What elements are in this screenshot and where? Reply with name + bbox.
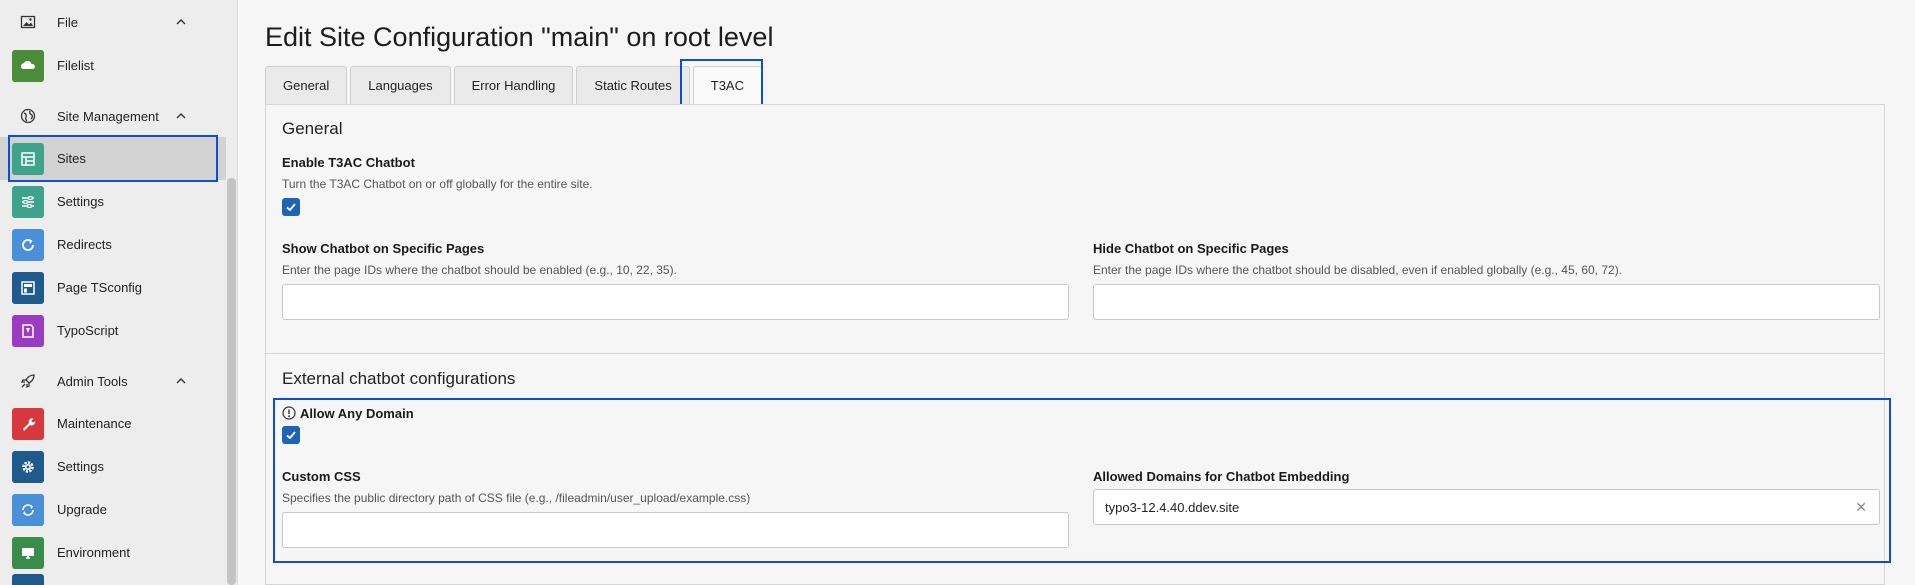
enable-chatbot-description: Turn the T3AC Chatbot on or off globally… (282, 177, 593, 191)
tab-error-handling[interactable]: Error Handling (453, 66, 574, 104)
gear-icon (12, 450, 44, 483)
cloud-folder-icon (12, 49, 44, 82)
allow-any-domain-checkbox[interactable] (282, 426, 300, 444)
enable-chatbot-checkbox[interactable] (282, 198, 300, 216)
sidebar-item-label: Environment (57, 545, 130, 560)
sidebar-item-filelist[interactable]: Filelist (0, 44, 226, 87)
show-pages-label: Show Chatbot on Specific Pages (282, 241, 485, 256)
section-divider (266, 353, 1884, 354)
show-pages-input[interactable] (282, 284, 1069, 320)
module-sidebar: File Filelist Site Management Sites Sett… (0, 0, 238, 585)
sidebar-item-label: Upgrade (57, 502, 107, 517)
chevron-up-icon[interactable] (174, 374, 188, 388)
sidebar-item-label: Settings (57, 194, 104, 209)
sidebar-item-label: Redirects (57, 237, 112, 252)
globe-icon (17, 105, 39, 127)
refresh-icon (12, 228, 44, 261)
hide-pages-label: Hide Chatbot on Specific Pages (1093, 241, 1289, 256)
tab-panel: General Enable T3AC Chatbot Turn the T3A… (265, 104, 1891, 585)
enable-chatbot-label: Enable T3AC Chatbot (282, 155, 415, 170)
tab-languages[interactable]: Languages (350, 66, 451, 104)
chevron-up-icon[interactable] (174, 109, 188, 123)
sidebar-item-label: TypoScript (57, 323, 119, 338)
sidebar-group-label: File (57, 14, 78, 30)
rocket-icon (17, 370, 39, 392)
chevron-up-icon[interactable] (174, 15, 188, 29)
typoscript-icon (12, 314, 44, 347)
highlight-box (8, 135, 218, 182)
tab-general[interactable]: General (265, 66, 348, 104)
sidebar-item-label: Settings (57, 459, 104, 474)
image-icon (17, 11, 39, 33)
sidebar-group-file[interactable]: File (0, 2, 226, 42)
tab-static-routes[interactable]: Static Routes (576, 66, 690, 104)
sidebar-item-partial (0, 574, 226, 585)
info-warning-icon (282, 406, 296, 420)
page-icon (12, 271, 44, 304)
allowed-domains-input[interactable]: typo3-12.4.40.ddev.site ✕ (1093, 489, 1880, 525)
sidebar-group-site-management[interactable]: Site Management (0, 96, 226, 136)
sidebar-group-label: Site Management (57, 108, 159, 124)
allow-any-domain-label: Allow Any Domain (300, 406, 414, 421)
sidebar-item-redirects[interactable]: Redirects (0, 223, 226, 266)
sidebar-group-admin-tools[interactable]: Admin Tools (0, 361, 226, 401)
section-heading-general: General (282, 119, 343, 138)
sidebar-item-label: Maintenance (57, 416, 132, 431)
sidebar-item-maintenance[interactable]: Maintenance (0, 402, 226, 445)
checkmark-icon (286, 203, 296, 212)
upgrade-icon (12, 493, 44, 526)
section-heading-external: External chatbot configurations (282, 369, 516, 388)
page-title: Edit Site Configuration "main" on root l… (265, 22, 774, 52)
allowed-domains-value: typo3-12.4.40.ddev.site (1105, 499, 1240, 515)
monitor-icon (12, 536, 44, 569)
sidebar-item-environment[interactable]: Environment (0, 531, 226, 574)
custom-css-input[interactable] (282, 512, 1069, 548)
clear-icon[interactable]: ✕ (1855, 500, 1867, 514)
checkmark-icon (286, 431, 296, 440)
sidebar-item-label: Filelist (57, 58, 94, 73)
custom-css-description: Specifies the public directory path of C… (282, 491, 751, 505)
hide-pages-input[interactable] (1093, 284, 1880, 320)
hide-pages-description: Enter the page IDs where the chatbot sho… (1093, 263, 1623, 277)
sliders-icon (12, 185, 44, 218)
main-content: Edit Site Configuration "main" on root l… (239, 0, 1915, 585)
sidebar-group-label: Admin Tools (57, 373, 128, 389)
wrench-icon (12, 407, 44, 440)
sidebar-item-upgrade[interactable]: Upgrade (0, 488, 226, 531)
allowed-domains-label: Allowed Domains for Chatbot Embedding (1093, 469, 1350, 484)
custom-css-label: Custom CSS (282, 469, 361, 484)
sidebar-item-typoscript[interactable]: TypoScript (0, 309, 226, 352)
sidebar-scrollbar[interactable] (227, 178, 236, 585)
sidebar-item-label: Page TSconfig (57, 280, 143, 295)
sidebar-item-settings[interactable]: Settings (0, 180, 226, 223)
sidebar-item-page-tsconfig[interactable]: Page TSconfig (0, 266, 226, 309)
sidebar-item-settings-admin[interactable]: Settings (0, 445, 226, 488)
module-icon (12, 574, 44, 585)
show-pages-description: Enter the page IDs where the chatbot sho… (282, 263, 677, 277)
